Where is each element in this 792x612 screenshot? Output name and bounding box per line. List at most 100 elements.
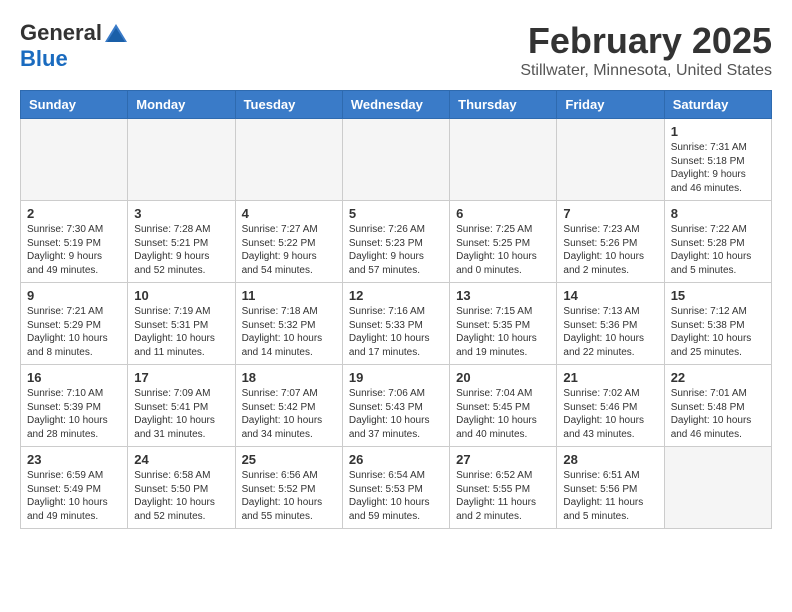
- calendar-week-row: 1 Sunrise: 7:31 AM Sunset: 5:18 PM Daylig…: [21, 119, 772, 201]
- column-header-saturday: Saturday: [664, 91, 771, 119]
- calendar-cell: [450, 119, 557, 201]
- day-number: 12: [349, 288, 443, 303]
- calendar-cell: 21 Sunrise: 7:02 AM Sunset: 5:46 PM Dayli…: [557, 365, 664, 447]
- day-number: 17: [134, 370, 228, 385]
- calendar-cell: 3 Sunrise: 7:28 AM Sunset: 5:21 PM Daylig…: [128, 201, 235, 283]
- day-number: 7: [563, 206, 657, 221]
- day-number: 4: [242, 206, 336, 221]
- day-number: 2: [27, 206, 121, 221]
- day-info: Sunrise: 7:12 AM Sunset: 5:38 PM Dayligh…: [671, 305, 765, 359]
- calendar-week-row: 23 Sunrise: 6:59 AM Sunset: 5:49 PM Dayli…: [21, 447, 772, 529]
- day-info: Sunrise: 7:01 AM Sunset: 5:48 PM Dayligh…: [671, 387, 765, 441]
- calendar-cell: [235, 119, 342, 201]
- calendar: SundayMondayTuesdayWednesdayThursdayFrid…: [20, 90, 772, 529]
- day-number: 23: [27, 452, 121, 467]
- day-number: 19: [349, 370, 443, 385]
- logo-icon: [105, 24, 127, 42]
- day-number: 28: [563, 452, 657, 467]
- day-number: 9: [27, 288, 121, 303]
- day-number: 13: [456, 288, 550, 303]
- calendar-cell: 17 Sunrise: 7:09 AM Sunset: 5:41 PM Dayli…: [128, 365, 235, 447]
- calendar-cell: 14 Sunrise: 7:13 AM Sunset: 5:36 PM Dayli…: [557, 283, 664, 365]
- column-header-tuesday: Tuesday: [235, 91, 342, 119]
- day-number: 6: [456, 206, 550, 221]
- day-number: 26: [349, 452, 443, 467]
- calendar-cell: 24 Sunrise: 6:58 AM Sunset: 5:50 PM Dayli…: [128, 447, 235, 529]
- day-info: Sunrise: 6:59 AM Sunset: 5:49 PM Dayligh…: [27, 469, 121, 523]
- calendar-cell: [128, 119, 235, 201]
- day-number: 20: [456, 370, 550, 385]
- calendar-cell: 1 Sunrise: 7:31 AM Sunset: 5:18 PM Daylig…: [664, 119, 771, 201]
- calendar-week-row: 2 Sunrise: 7:30 AM Sunset: 5:19 PM Daylig…: [21, 201, 772, 283]
- day-info: Sunrise: 7:23 AM Sunset: 5:26 PM Dayligh…: [563, 223, 657, 277]
- day-info: Sunrise: 7:28 AM Sunset: 5:21 PM Dayligh…: [134, 223, 228, 277]
- column-header-wednesday: Wednesday: [342, 91, 449, 119]
- day-info: Sunrise: 6:54 AM Sunset: 5:53 PM Dayligh…: [349, 469, 443, 523]
- day-info: Sunrise: 7:02 AM Sunset: 5:46 PM Dayligh…: [563, 387, 657, 441]
- day-number: 18: [242, 370, 336, 385]
- day-info: Sunrise: 7:09 AM Sunset: 5:41 PM Dayligh…: [134, 387, 228, 441]
- calendar-cell: 22 Sunrise: 7:01 AM Sunset: 5:48 PM Dayli…: [664, 365, 771, 447]
- calendar-cell: 26 Sunrise: 6:54 AM Sunset: 5:53 PM Dayli…: [342, 447, 449, 529]
- calendar-cell: 9 Sunrise: 7:21 AM Sunset: 5:29 PM Daylig…: [21, 283, 128, 365]
- calendar-cell: 2 Sunrise: 7:30 AM Sunset: 5:19 PM Daylig…: [21, 201, 128, 283]
- title-block: February 2025 Stillwater, Minnesota, Uni…: [520, 20, 772, 80]
- calendar-cell: 8Sunrise: 7:22 AM Sunset: 5:28 PM Daylig…: [664, 201, 771, 283]
- day-info: Sunrise: 7:19 AM Sunset: 5:31 PM Dayligh…: [134, 305, 228, 359]
- day-info: Sunrise: 7:31 AM Sunset: 5:18 PM Dayligh…: [671, 141, 765, 195]
- day-number: 3: [134, 206, 228, 221]
- calendar-cell: 6 Sunrise: 7:25 AM Sunset: 5:25 PM Daylig…: [450, 201, 557, 283]
- calendar-cell: 20 Sunrise: 7:04 AM Sunset: 5:45 PM Dayli…: [450, 365, 557, 447]
- column-header-sunday: Sunday: [21, 91, 128, 119]
- day-info: Sunrise: 7:21 AM Sunset: 5:29 PM Dayligh…: [27, 305, 121, 359]
- day-number: 11: [242, 288, 336, 303]
- day-number: 27: [456, 452, 550, 467]
- calendar-cell: 10Sunrise: 7:19 AM Sunset: 5:31 PM Dayli…: [128, 283, 235, 365]
- calendar-cell: 19 Sunrise: 7:06 AM Sunset: 5:43 PM Dayli…: [342, 365, 449, 447]
- day-info: Sunrise: 6:52 AM Sunset: 5:55 PM Dayligh…: [456, 469, 550, 523]
- day-number: 5: [349, 206, 443, 221]
- day-number: 22: [671, 370, 765, 385]
- calendar-cell: 12 Sunrise: 7:16 AM Sunset: 5:33 PM Dayli…: [342, 283, 449, 365]
- day-number: 21: [563, 370, 657, 385]
- calendar-cell: 5 Sunrise: 7:26 AM Sunset: 5:23 PM Daylig…: [342, 201, 449, 283]
- day-info: Sunrise: 7:10 AM Sunset: 5:39 PM Dayligh…: [27, 387, 121, 441]
- day-info: Sunrise: 7:27 AM Sunset: 5:22 PM Dayligh…: [242, 223, 336, 277]
- day-info: Sunrise: 7:07 AM Sunset: 5:42 PM Dayligh…: [242, 387, 336, 441]
- calendar-week-row: 9 Sunrise: 7:21 AM Sunset: 5:29 PM Daylig…: [21, 283, 772, 365]
- day-info: Sunrise: 7:15 AM Sunset: 5:35 PM Dayligh…: [456, 305, 550, 359]
- logo-general-text: General: [20, 20, 102, 46]
- day-number: 8: [671, 206, 765, 221]
- day-number: 24: [134, 452, 228, 467]
- day-number: 1: [671, 124, 765, 139]
- calendar-cell: 15Sunrise: 7:12 AM Sunset: 5:38 PM Dayli…: [664, 283, 771, 365]
- day-info: Sunrise: 7:26 AM Sunset: 5:23 PM Dayligh…: [349, 223, 443, 277]
- logo-blue-text: Blue: [20, 46, 68, 72]
- day-info: Sunrise: 7:30 AM Sunset: 5:19 PM Dayligh…: [27, 223, 121, 277]
- calendar-cell: 18 Sunrise: 7:07 AM Sunset: 5:42 PM Dayli…: [235, 365, 342, 447]
- day-info: Sunrise: 7:16 AM Sunset: 5:33 PM Dayligh…: [349, 305, 443, 359]
- calendar-header-row: SundayMondayTuesdayWednesdayThursdayFrid…: [21, 91, 772, 119]
- day-info: Sunrise: 7:18 AM Sunset: 5:32 PM Dayligh…: [242, 305, 336, 359]
- calendar-cell: [664, 447, 771, 529]
- day-number: 25: [242, 452, 336, 467]
- calendar-week-row: 16Sunrise: 7:10 AM Sunset: 5:39 PM Dayli…: [21, 365, 772, 447]
- day-number: 14: [563, 288, 657, 303]
- column-header-friday: Friday: [557, 91, 664, 119]
- calendar-cell: 4 Sunrise: 7:27 AM Sunset: 5:22 PM Daylig…: [235, 201, 342, 283]
- day-info: Sunrise: 6:58 AM Sunset: 5:50 PM Dayligh…: [134, 469, 228, 523]
- day-info: Sunrise: 7:04 AM Sunset: 5:45 PM Dayligh…: [456, 387, 550, 441]
- day-info: Sunrise: 7:25 AM Sunset: 5:25 PM Dayligh…: [456, 223, 550, 277]
- calendar-cell: 7 Sunrise: 7:23 AM Sunset: 5:26 PM Daylig…: [557, 201, 664, 283]
- logo: General Blue: [20, 20, 127, 72]
- calendar-cell: 16Sunrise: 7:10 AM Sunset: 5:39 PM Dayli…: [21, 365, 128, 447]
- day-info: Sunrise: 6:51 AM Sunset: 5:56 PM Dayligh…: [563, 469, 657, 523]
- calendar-cell: 27 Sunrise: 6:52 AM Sunset: 5:55 PM Dayli…: [450, 447, 557, 529]
- header: General Blue February 2025 Stillwater, M…: [20, 20, 772, 80]
- column-header-thursday: Thursday: [450, 91, 557, 119]
- day-info: Sunrise: 7:13 AM Sunset: 5:36 PM Dayligh…: [563, 305, 657, 359]
- month-title: February 2025: [520, 20, 772, 62]
- calendar-cell: [21, 119, 128, 201]
- calendar-cell: 11 Sunrise: 7:18 AM Sunset: 5:32 PM Dayli…: [235, 283, 342, 365]
- day-info: Sunrise: 7:06 AM Sunset: 5:43 PM Dayligh…: [349, 387, 443, 441]
